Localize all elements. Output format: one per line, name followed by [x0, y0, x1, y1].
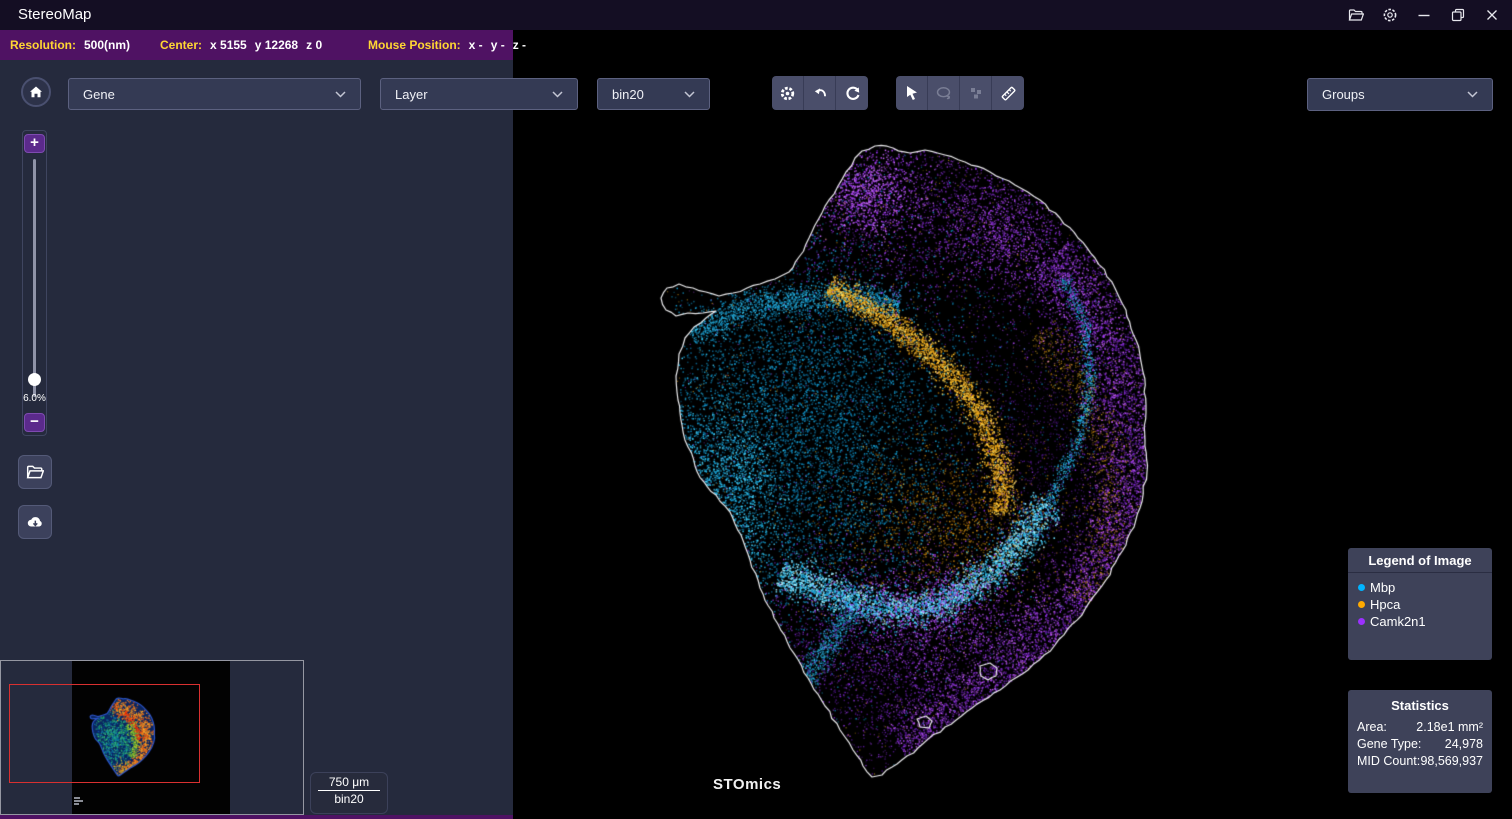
legend-panel: Legend of Image Mbp Hpca Camk2n1 [1348, 548, 1492, 660]
legend-title: Legend of Image [1348, 548, 1492, 573]
scale-bar-line [318, 790, 380, 791]
window-controls [1347, 0, 1500, 30]
undo-icon [811, 85, 828, 102]
chevron-down-icon [552, 91, 563, 98]
groups-dropdown[interactable]: Groups [1307, 78, 1493, 111]
close-icon[interactable] [1483, 7, 1500, 24]
refresh-icon [844, 85, 861, 102]
open-project-button[interactable] [18, 455, 52, 489]
status-info-bar: Resolution: 500(nm) Center: x 5155 y 122… [0, 30, 513, 60]
legend-items: Mbp Hpca Camk2n1 [1348, 573, 1492, 636]
center-readout: Center: x 5155 y 12268 z 0 [160, 30, 322, 60]
legend-color-dot [1358, 601, 1365, 608]
undo-button[interactable] [804, 76, 836, 110]
cloud-download-icon [26, 513, 44, 531]
export-button[interactable] [18, 505, 52, 539]
bin-size-dropdown[interactable]: bin20 [597, 78, 710, 110]
legend-color-dot [1358, 584, 1365, 591]
gene-dropdown-label: Gene [83, 87, 115, 102]
zoom-percentage: 6.0% [23, 393, 46, 404]
ruler-tool-button[interactable] [992, 76, 1024, 110]
stat-value: 98,569,937 [1420, 753, 1483, 770]
minimap-panel[interactable] [0, 660, 304, 815]
title-bar: StereoMap [0, 0, 1512, 30]
legend-gene-label: Mbp [1370, 580, 1395, 595]
legend-gene-label: Camk2n1 [1370, 614, 1426, 629]
cursor-arrow-icon [904, 85, 920, 101]
home-icon [28, 84, 44, 100]
stat-value: 24,978 [1445, 736, 1483, 753]
pointer-tool-button[interactable] [896, 76, 928, 110]
selection-tools-group [896, 76, 1024, 110]
chevron-down-icon [684, 91, 695, 98]
stat-row-mid-count: MID Count: 98,569,937 [1348, 753, 1492, 770]
stat-label: Area: [1357, 719, 1387, 736]
open-file-icon[interactable] [1347, 7, 1364, 24]
scale-bar-bin: bin20 [311, 792, 387, 806]
bin-size-dropdown-label: bin20 [612, 87, 644, 102]
lasso-icon [935, 85, 952, 102]
reset-view-button[interactable] [836, 76, 868, 110]
legend-item[interactable]: Mbp [1358, 579, 1482, 596]
layer-dropdown-label: Layer [395, 87, 428, 102]
legend-color-dot [1358, 618, 1365, 625]
chevron-down-icon [335, 91, 346, 98]
groups-dropdown-label: Groups [1322, 87, 1365, 102]
stat-row-area: Area: 2.18e1 mm² [1348, 719, 1492, 736]
scale-bar-length: 750 μm [311, 775, 387, 789]
legend-gene-label: Hpca [1370, 597, 1400, 612]
stomics-watermark: STOmics [713, 776, 781, 793]
zoom-slider-track[interactable] [33, 159, 36, 397]
restore-icon[interactable] [1449, 7, 1466, 24]
resolution-readout: Resolution: 500(nm) [10, 30, 130, 60]
scale-bar: 750 μm bin20 [310, 772, 388, 814]
layer-dropdown[interactable]: Layer [380, 78, 578, 110]
chevron-down-icon [1467, 91, 1478, 98]
gear-icon [779, 85, 796, 102]
zoom-slider-control: + 6.0% − [22, 130, 47, 436]
stat-value: 2.18e1 mm² [1416, 719, 1483, 736]
minimap-logo [74, 797, 83, 807]
bottom-accent-strip [0, 815, 513, 819]
minimize-icon[interactable] [1415, 7, 1432, 24]
statistics-panel: Statistics Area: 2.18e1 mm² Gene Type: 2… [1348, 690, 1492, 793]
settings-gear-icon[interactable] [1381, 7, 1398, 24]
statistics-title: Statistics [1348, 690, 1492, 719]
gene-dropdown[interactable]: Gene [68, 78, 361, 110]
app-title: StereoMap [18, 6, 91, 23]
minimap-viewport-rect[interactable] [9, 684, 200, 783]
zoom-out-button[interactable]: − [24, 413, 45, 432]
legend-item[interactable]: Hpca [1358, 596, 1482, 613]
stat-label: Gene Type: [1357, 736, 1421, 753]
home-button[interactable] [21, 77, 51, 107]
zoom-in-button[interactable]: + [24, 134, 45, 153]
legend-item[interactable]: Camk2n1 [1358, 613, 1482, 630]
mouse-position-readout: Mouse Position: x - y - z - [368, 30, 526, 60]
open-folder-icon [26, 463, 44, 481]
display-settings-button[interactable] [772, 76, 804, 110]
ruler-icon [1000, 85, 1017, 102]
view-tools-group [772, 76, 868, 110]
lasso-tool-button[interactable] [928, 76, 960, 110]
stat-label: MID Count: [1357, 753, 1420, 770]
box-select-icon [968, 85, 984, 101]
zoom-slider-thumb[interactable] [28, 373, 41, 386]
stat-row-gene-type: Gene Type: 24,978 [1348, 736, 1492, 753]
box-select-tool-button[interactable] [960, 76, 992, 110]
